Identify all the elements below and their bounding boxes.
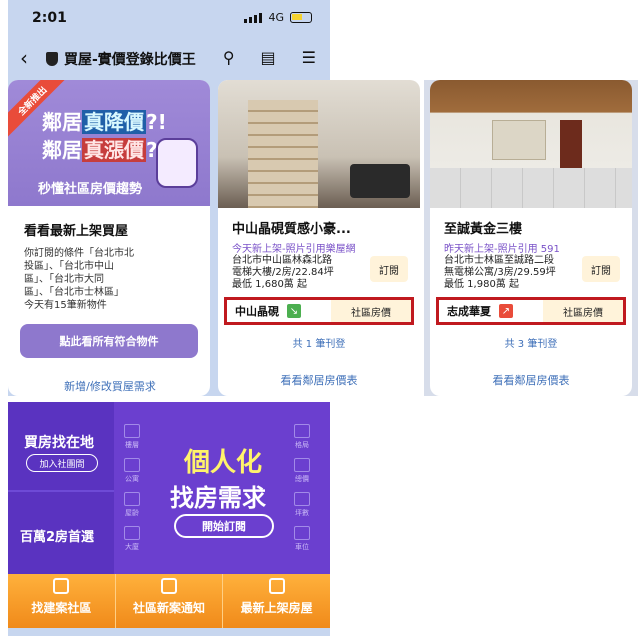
total-price-label: 總價: [295, 475, 309, 483]
building-icon: 大廈: [124, 526, 140, 552]
status-right: 4G: [244, 11, 312, 24]
community-price-button[interactable]: 社區房價: [543, 300, 623, 322]
mascot-icon: [156, 138, 198, 188]
listing-card[interactable]: 至誠黃金三樓 昨天新上架-照片引用 591 台北市士林區至誠路二段 無電梯公寓/…: [430, 80, 632, 396]
edit-requirements-link[interactable]: 新增/修改買屋需求: [24, 378, 196, 394]
listing-tag: 今天新上架-照片引用樂屋網: [232, 244, 356, 255]
parking-label: 車位: [295, 543, 309, 551]
personalized-search-banner[interactable]: 買房找在地 加入社團問 百萬2房首選 樓層 公寓 屋齡 大廈 格局 總價 坪數 …: [8, 402, 330, 574]
stairs-graphic: [248, 100, 318, 208]
floor-label: 樓層: [125, 441, 139, 449]
community-trend-row[interactable]: 中山晶硯 ↘ 社區房價: [224, 297, 414, 325]
document-icon[interactable]: ▤: [261, 48, 276, 67]
community-price-button[interactable]: 社區房價: [331, 300, 411, 322]
listing-tag: 昨天新上架-照片引用 591: [444, 244, 560, 255]
desc-line: 你訂閱的條件「台北市北: [24, 248, 134, 259]
nav-icons: ⚲ ▤ ☰: [223, 48, 316, 67]
tab-label: 社區新案通知: [133, 601, 206, 615]
local-search-title: 買房找在地: [24, 435, 94, 451]
bottom-tab-bar: 找建案社區 社區新案通知 最新上架房屋: [8, 574, 330, 628]
community-trend-row[interactable]: 志成華夏 ↗ 社區房價: [436, 297, 626, 325]
tab-label: 找建案社區: [31, 601, 92, 615]
community-name: 志成華夏: [447, 305, 491, 318]
promo-line1-prefix: 鄰居: [42, 110, 82, 134]
layout-label: 格局: [295, 441, 309, 449]
apartment-icon: 公寓: [124, 458, 140, 484]
two-room-title[interactable]: 百萬2房首選: [20, 526, 94, 545]
saved-search-card: 全新推出 鄰居真降價?! 鄰居真漲價?! 秒懂社區房價趨勢 看看最新上架買屋 你…: [8, 80, 210, 396]
trend-promo[interactable]: 全新推出 鄰居真降價?! 鄰居真漲價?! 秒懂社區房價趨勢: [8, 80, 210, 206]
promo-line2-prefix: 鄰居: [42, 138, 82, 162]
see-neighbor-prices-link[interactable]: 看看鄰居房價表: [430, 372, 632, 388]
join-group-button[interactable]: 加入社團問: [26, 454, 98, 472]
network-label: 4G: [268, 11, 284, 24]
promo-line2-highlight: 真漲價: [82, 138, 146, 162]
tab-label: 最新上架房屋: [240, 601, 313, 615]
subscribe-button[interactable]: 訂閱: [370, 256, 408, 282]
desc-line: 投區」、「台北市中山: [24, 261, 114, 272]
age-label: 屋齡: [125, 509, 139, 517]
bell-icon: [161, 578, 177, 594]
layout-icon: 格局: [294, 424, 310, 450]
total-price-icon: 總價: [294, 458, 310, 484]
sofa-graphic: [350, 164, 410, 198]
right-feature-icons: 格局 總價 坪數 車位: [294, 424, 310, 552]
view-all-matches-button[interactable]: 點此看所有符合物件: [20, 324, 198, 358]
subscribe-button[interactable]: 訂閱: [582, 256, 620, 282]
area-icon: 坪數: [294, 492, 310, 518]
listing-name: 中山晶硯質感小豪...: [232, 222, 351, 237]
shield-icon: [46, 52, 58, 66]
new-badge-icon: [268, 578, 285, 594]
page-title-text: 買屋-實價登錄比價王: [64, 52, 196, 68]
listing-card[interactable]: 中山晶硯質感小豪... 今天新上架-照片引用樂屋網 台北市中山區林森北路 電梯大…: [218, 80, 420, 396]
listing-count[interactable]: 共 3 筆刊登: [430, 335, 632, 350]
see-neighbor-prices-link[interactable]: 看看鄰居房價表: [218, 372, 420, 388]
building-icon: [53, 578, 70, 594]
floor-icon: 樓層: [124, 424, 140, 450]
promo-line-down: 鄰居 真降價?!: [42, 106, 167, 135]
tab-find-projects[interactable]: 找建案社區: [8, 574, 115, 628]
desc-line: 區」、「台北市士林區」: [24, 287, 124, 298]
trend-up-icon: ↗: [499, 304, 513, 318]
start-subscribe-button[interactable]: 開始訂閱: [174, 514, 274, 538]
back-icon[interactable]: ‹: [20, 46, 28, 70]
saved-search-desc: 你訂閱的條件「台北市北 投區」、「台北市中山 區」、「台北市大同 區」、「台北市…: [24, 247, 196, 312]
listing-photo[interactable]: [218, 80, 420, 208]
status-time: 2:01: [32, 10, 67, 26]
tab-new-project-alerts[interactable]: 社區新案通知: [114, 574, 223, 628]
promo-line1-suffix: ?!: [146, 110, 167, 134]
age-icon: 屋齡: [124, 492, 140, 518]
left-feature-icons: 樓層 公寓 屋齡 大廈: [124, 424, 140, 552]
cabinet-graphic: [492, 120, 546, 160]
parking-icon: 車位: [294, 526, 310, 552]
area-label: 坪數: [295, 509, 309, 517]
personalized-title: 個人化: [184, 448, 263, 478]
search-needs-title: 找房需求: [170, 484, 266, 512]
building-label: 大廈: [125, 543, 139, 551]
divider: [8, 490, 114, 492]
search-icon[interactable]: ⚲: [223, 48, 235, 67]
promo-subtitle: 秒懂社區房價趨勢: [38, 182, 143, 197]
tab-latest-listings[interactable]: 最新上架房屋: [222, 574, 330, 628]
desc-line: 區」、「台北市大同: [24, 274, 104, 285]
listing-count[interactable]: 共 1 筆刊登: [218, 335, 420, 350]
saved-search-heading: 看看最新上架買屋: [24, 224, 129, 239]
page-title: 買屋-實價登錄比價王: [46, 49, 196, 69]
community-name: 中山晶硯: [235, 305, 279, 318]
banner-left-column: 買房找在地 加入社團問 百萬2房首選: [8, 402, 114, 574]
menu-icon[interactable]: ☰: [302, 48, 316, 67]
nav-bar: ‹ 買屋-實價登錄比價王 ⚲ ▤ ☰: [8, 36, 330, 80]
battery-icon: [290, 12, 312, 23]
trend-down-icon: ↘: [287, 304, 301, 318]
promo-line-up: 鄰居真漲價?!: [42, 134, 167, 163]
signal-icon: [244, 12, 263, 23]
apartment-label: 公寓: [125, 475, 139, 483]
listing-name: 至誠黃金三樓: [444, 222, 523, 237]
floor-graphic: [430, 168, 632, 208]
status-bar: 2:01 4G: [8, 0, 330, 36]
listing-photo[interactable]: [430, 80, 632, 208]
promo-line1-highlight: 真降價: [82, 110, 146, 134]
desc-line: 今天有15筆新物件: [24, 300, 107, 311]
bottom-strip: [8, 628, 330, 636]
